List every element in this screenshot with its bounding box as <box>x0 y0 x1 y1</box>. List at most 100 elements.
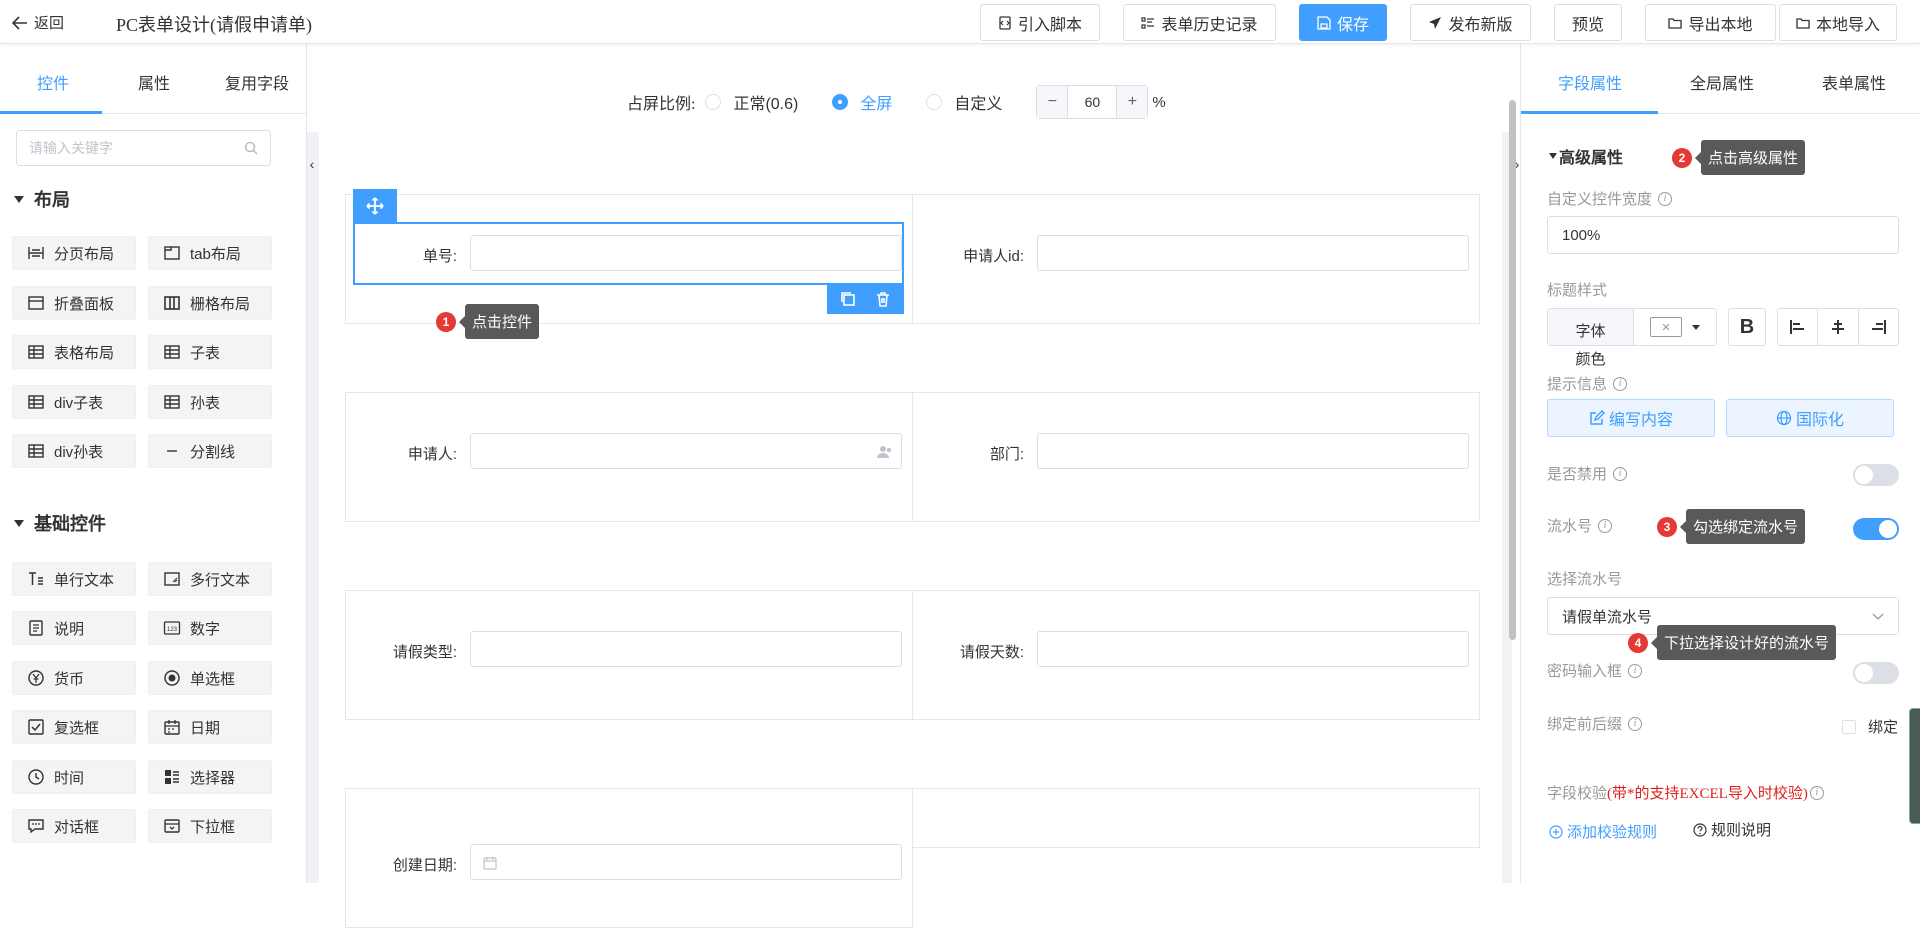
preview-button[interactable]: 预览 <box>1554 4 1622 41</box>
export-label: 导出本地 <box>1688 16 1753 34</box>
ctrl-label: div子表 <box>54 394 104 412</box>
table-icon <box>28 345 44 359</box>
increase-button[interactable]: + <box>1117 86 1148 118</box>
tab-controls[interactable]: 控件 <box>37 70 69 94</box>
custom-width-input[interactable]: 100% <box>1547 216 1899 254</box>
canvas-scrollbar[interactable] <box>1509 100 1516 640</box>
ctrl-divider[interactable]: 分割线 <box>148 434 272 468</box>
i18n-button[interactable]: 国际化 <box>1726 399 1894 437</box>
advanced-section-title: 高级属性 <box>1559 150 1624 167</box>
tab-field-properties[interactable]: 字段属性 <box>1558 70 1622 94</box>
ctrl-radio[interactable]: 单选框 <box>148 661 272 695</box>
ctrl-checkbox[interactable]: 复选框 <box>12 710 136 744</box>
font-color-picker[interactable]: 字体颜色 ✕ <box>1547 308 1717 368</box>
rule-help-link[interactable]: 规则说明 <box>1693 819 1771 840</box>
ctrl-dialog[interactable]: 对话框 <box>12 809 136 843</box>
info-icon[interactable]: i <box>1658 191 1673 206</box>
department-input[interactable] <box>1037 433 1469 469</box>
ctrl-div-subtable[interactable]: div子表 <box>12 385 136 419</box>
textarea-icon <box>164 572 180 586</box>
ctrl-table-layout[interactable]: 表格布局 <box>12 335 136 369</box>
serial-switch[interactable] <box>1853 518 1899 540</box>
ratio-value-input[interactable] <box>1067 86 1118 118</box>
tip-badge: 2 <box>1672 147 1692 168</box>
edit-content-button[interactable]: 编写内容 <box>1547 399 1715 437</box>
order-no-input[interactable] <box>470 235 902 271</box>
info-icon[interactable]: i <box>1613 376 1628 391</box>
add-rule-link[interactable]: 添加校验规则 <box>1549 821 1657 842</box>
ctrl-dropdown[interactable]: 下拉框 <box>148 809 272 843</box>
ctrl-description[interactable]: 说明 <box>12 611 136 645</box>
create-date-input[interactable] <box>470 844 902 880</box>
section-layout[interactable]: 布局 <box>14 186 70 212</box>
ctrl-single-line-text[interactable]: 单行文本 <box>12 562 136 596</box>
export-button[interactable]: 导出本地 <box>1645 4 1776 41</box>
search-input[interactable] <box>16 130 271 166</box>
disabled-switch[interactable] <box>1853 464 1899 486</box>
decrease-button[interactable]: − <box>1037 86 1068 118</box>
publish-button[interactable]: 发布新版 <box>1410 4 1531 41</box>
ctrl-page-layout[interactable]: 分页布局 <box>12 236 136 270</box>
bind-affix-checkbox[interactable]: 绑定 <box>1842 716 1898 737</box>
calendar-icon[interactable] <box>483 856 497 870</box>
save-button[interactable]: 保存 <box>1299 4 1387 41</box>
applicant-input[interactable] <box>470 433 902 469</box>
move-handle-icon[interactable] <box>353 189 397 223</box>
align-center-icon[interactable] <box>1818 309 1859 345</box>
back-button[interactable]: 返回 <box>12 12 64 33</box>
info-icon[interactable]: i <box>1628 663 1643 678</box>
info-icon[interactable]: i <box>1809 785 1824 800</box>
custom-width-label: 自定义控件宽度 i <box>1547 188 1673 209</box>
tab-properties[interactable]: 属性 <box>138 70 170 94</box>
save-icon <box>1317 15 1331 30</box>
ctrl-date[interactable]: 日期 <box>148 710 272 744</box>
tab-form-properties[interactable]: 表单属性 <box>1822 70 1886 94</box>
globe-icon <box>1776 410 1792 426</box>
chevron-down-icon <box>1872 613 1884 620</box>
ctrl-grandchild-table[interactable]: 孙表 <box>148 385 272 419</box>
tab-reuse-fields[interactable]: 复用字段 <box>225 70 289 94</box>
ratio-fullscreen-radio[interactable]: 全屏 <box>832 90 892 114</box>
ctrl-time[interactable]: 时间 <box>12 760 136 794</box>
section-basic-controls[interactable]: 基础控件 <box>14 510 106 536</box>
history-button[interactable]: 表单历史记录 <box>1123 4 1276 41</box>
collapse-left-icon[interactable]: ‹ <box>307 152 317 176</box>
ctrl-multi-line-text[interactable]: 多行文本 <box>148 562 272 596</box>
font-color-label: 字体颜色 <box>1548 309 1634 368</box>
ctrl-collapse-panel[interactable]: 折叠面板 <box>12 286 136 320</box>
ctrl-tab-layout[interactable]: tab布局 <box>148 236 272 270</box>
ctrl-label: 说明 <box>54 620 85 638</box>
ctrl-subtable[interactable]: 子表 <box>148 335 272 369</box>
import-script-button[interactable]: 引入脚本 <box>980 4 1100 41</box>
ctrl-div-grandchild-table[interactable]: div孙表 <box>12 434 136 468</box>
ratio-normal-radio[interactable]: 正常(0.6) <box>705 90 798 114</box>
user-select-icon[interactable] <box>877 445 893 459</box>
align-right-icon[interactable] <box>1859 309 1898 345</box>
info-icon[interactable]: i <box>1613 466 1628 481</box>
side-widget-handle[interactable] <box>1909 708 1920 824</box>
applicant-id-input[interactable] <box>1037 235 1469 271</box>
tab-global-properties[interactable]: 全局属性 <box>1690 70 1754 94</box>
leave-days-input[interactable] <box>1037 631 1469 667</box>
import-local-button[interactable]: 本地导入 <box>1779 4 1897 41</box>
align-left-icon[interactable] <box>1778 309 1819 345</box>
advanced-section-toggle[interactable]: 高级属性 <box>1549 144 1623 168</box>
tip-advanced-properties: 2 点击高级属性 <box>1672 140 1806 175</box>
delete-icon[interactable] <box>874 290 892 308</box>
ctrl-grid-layout[interactable]: 栅格布局 <box>148 286 272 320</box>
button-label: 国际化 <box>1795 412 1844 429</box>
ctrl-label: 对话框 <box>54 818 100 836</box>
color-swatch-area[interactable]: ✕ <box>1634 309 1716 345</box>
form-cell[interactable] <box>912 788 1480 848</box>
ctrl-currency[interactable]: 货币 <box>12 661 136 695</box>
tip-click-control: 1 点击控件 <box>436 304 540 339</box>
password-switch[interactable] <box>1853 662 1899 684</box>
copy-icon[interactable] <box>839 290 857 308</box>
ctrl-number[interactable]: 123 数字 <box>148 611 272 645</box>
ratio-custom-radio[interactable]: 自定义 <box>926 90 1002 114</box>
info-icon[interactable]: i <box>1598 518 1613 533</box>
bold-button[interactable]: B <box>1728 308 1766 346</box>
info-icon[interactable]: i <box>1628 716 1643 731</box>
ctrl-selector[interactable]: 选择器 <box>148 760 272 794</box>
leave-type-input[interactable] <box>470 631 902 667</box>
